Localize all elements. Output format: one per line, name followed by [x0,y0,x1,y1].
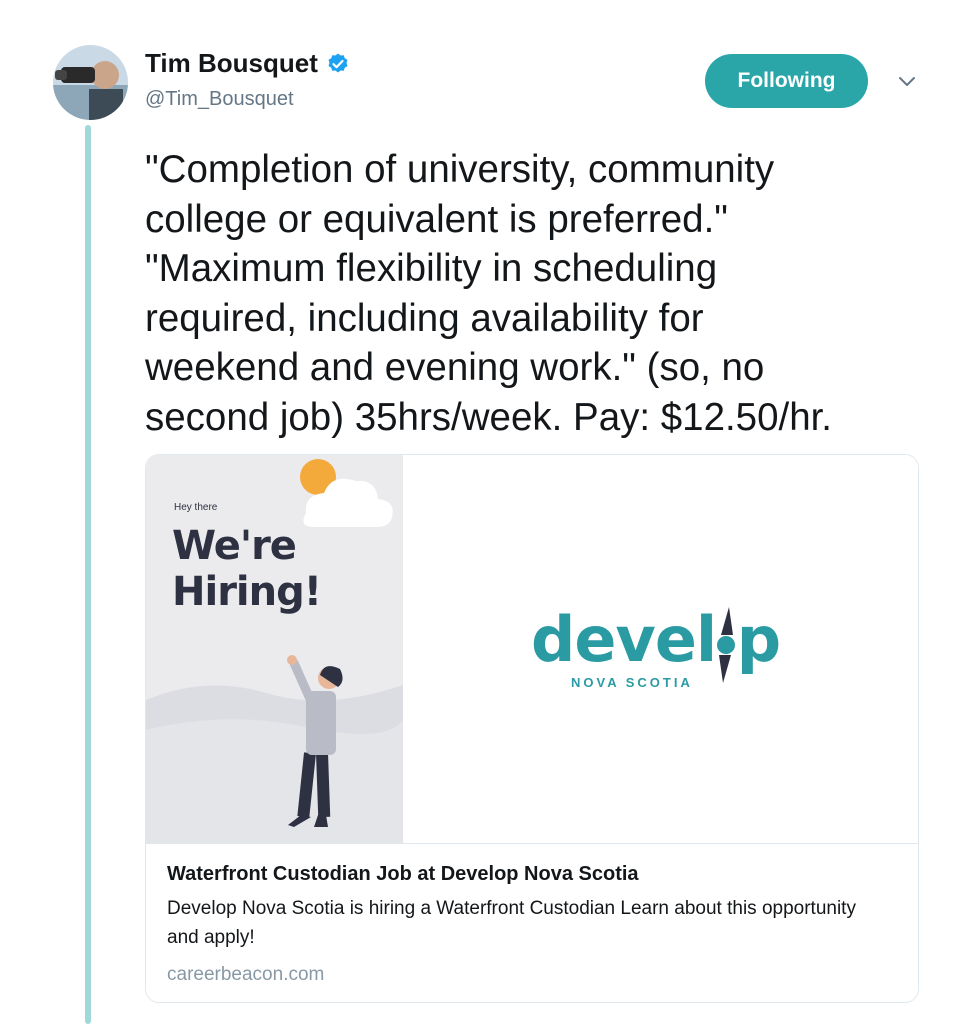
tweet-text: "Completion of university, community col… [145,148,833,439]
verified-badge-icon [328,53,348,72]
card-hiring-title: We're Hiring! [172,523,322,615]
hiring-illustration: Hey there We're Hiring! [146,455,403,843]
card-body: Waterfront Custodian Job at Develop Nova… [167,863,887,986]
hiring-scene [146,459,403,843]
card-description: Develop Nova Scotia is hiring a Waterfro… [167,898,856,948]
card-hey-text: Hey there [174,502,218,513]
card-hiring-line1: We're [172,523,297,569]
author-handle[interactable]: @Tim_Bousquet [145,88,294,111]
develop-logo: devel p NOVA SCOTIA [403,455,918,843]
logo-wordmark: devel p [531,603,781,676]
card-hiring-line2: Hiring! [172,569,322,615]
following-button[interactable]: Following [705,54,868,108]
card-media: Hey there We're Hiring! devel p NOVA SCO… [146,455,918,844]
card-domain[interactable]: careerbeacon.com [167,964,887,986]
author-name[interactable]: Tim Bousquet [145,48,318,79]
author-row: Tim Bousquet [145,48,350,79]
card-title[interactable]: Waterfront Custodian Job at Develop Nova… [167,863,887,886]
avatar-photo [53,45,128,120]
link-card[interactable]: Hey there We're Hiring! devel p NOVA SCO… [145,454,919,1003]
logo-subtitle: NOVA SCOTIA [571,675,693,690]
chevron-down-icon[interactable] [896,70,918,92]
avatar[interactable] [53,45,128,120]
thread-line [85,125,91,1024]
logo-compass-icon [717,607,735,683]
